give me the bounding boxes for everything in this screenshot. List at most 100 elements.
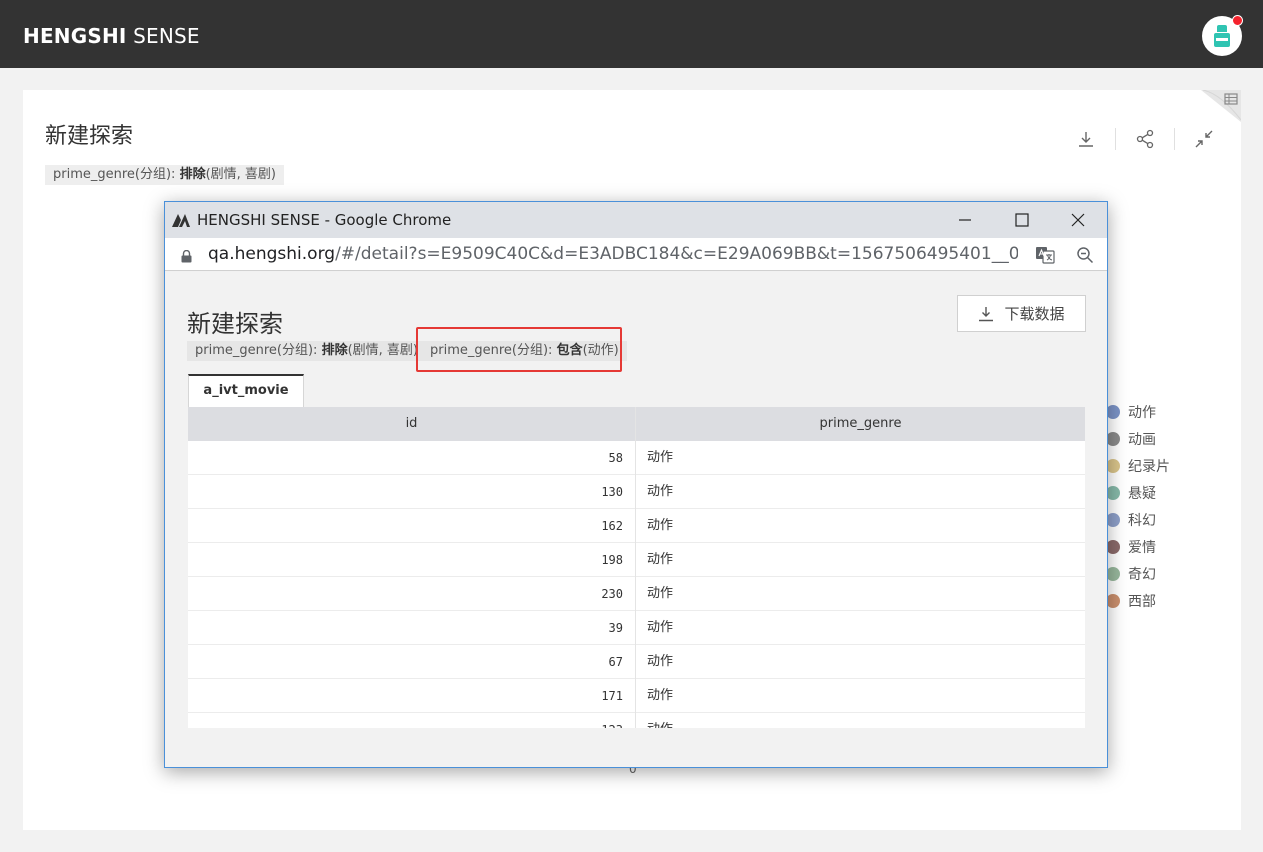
toolbar-divider — [1115, 128, 1116, 150]
legend-label: 动画 — [1128, 431, 1156, 448]
legend-swatch — [1106, 539, 1120, 554]
brand-bold: HENGSHI — [23, 24, 127, 48]
cell-id: 230 — [188, 577, 636, 611]
filter-tag-exclude[interactable]: prime_genre(分组): 排除(剧情, 喜剧) — [45, 165, 285, 185]
cell-prime-genre: 动作 — [636, 713, 1085, 728]
filter-field: prime_genre(分组): — [53, 167, 180, 182]
address-bar[interactable]: qa.hengshi.org/#/detail?s=E9509C40C&d=E3… — [165, 238, 1107, 271]
legend-item[interactable]: 爱情 — [1106, 533, 1170, 560]
filter-op: 排除 — [179, 167, 206, 182]
legend-swatch — [1106, 485, 1120, 500]
minimize-button[interactable] — [942, 207, 988, 233]
table-view-icon[interactable] — [1201, 89, 1242, 122]
chrome-popup-window: HENGSHI SENSE - Google Chrome qa.hengshi… — [164, 201, 1108, 768]
card-toolbar — [1073, 126, 1217, 152]
filter-tag-exclude[interactable]: prime_genre(分组): 排除(剧情, 喜剧) — [187, 341, 427, 361]
cell-id: 130 — [188, 475, 636, 509]
legend-swatch — [1106, 512, 1120, 527]
zoom-out-icon[interactable] — [1074, 244, 1096, 266]
cell-prime-genre: 动作 — [647, 688, 674, 703]
legend-label: 奇幻 — [1128, 566, 1156, 583]
detail-page: 新建探索 下载数据 prime_genre(分组): 排除(剧情, 喜剧) pr… — [165, 272, 1107, 767]
table-row[interactable]: 162 动作 — [188, 509, 1085, 543]
legend-label: 爱情 — [1128, 539, 1156, 556]
detail-title: 新建探索 — [187, 310, 283, 338]
table-row[interactable]: 123动作 — [188, 713, 1085, 728]
legend-swatch — [1106, 566, 1120, 581]
legend-item[interactable]: 纪录片 — [1106, 452, 1170, 479]
table-row[interactable]: 39 动作 — [188, 611, 1085, 645]
brand-light: SENSE — [126, 24, 200, 48]
legend-label: 西部 — [1128, 593, 1156, 610]
legend-swatch — [1106, 593, 1120, 608]
cell-prime-genre: 动作 — [647, 586, 674, 601]
maximize-button[interactable] — [999, 207, 1045, 233]
table-header: id prime_genre — [188, 407, 1085, 441]
user-avatar[interactable] — [1202, 15, 1243, 56]
filter-field: prime_genre(分组): — [195, 343, 322, 358]
data-table: id prime_genre 58 动作 130 动作 162 动作 198 动作 230 动作 3… — [188, 407, 1085, 728]
card-title: 新建探索 — [45, 124, 134, 149]
chart-legend: 动作动画纪录片悬疑科幻爱情奇幻西部 — [1106, 398, 1170, 614]
cell-id: 162 — [188, 509, 636, 543]
cell-prime-genre: 动作 — [647, 484, 674, 499]
column-header-prime-genre[interactable]: prime_genre — [636, 407, 1085, 441]
cell-id: 58 — [188, 441, 636, 475]
cell-id: 39 — [188, 611, 636, 645]
cell-id: 123 — [188, 713, 636, 728]
legend-label: 纪录片 — [1128, 458, 1170, 475]
table-row[interactable]: 171 动作 — [188, 679, 1085, 713]
close-button[interactable] — [1055, 207, 1101, 233]
app-logo[interactable]: HENGSHI SENSE — [23, 24, 200, 48]
column-header-id[interactable]: id — [188, 407, 636, 441]
table-row[interactable]: 58 动作 — [188, 441, 1085, 475]
cell-prime-genre: 动作 — [647, 654, 674, 669]
share-icon[interactable] — [1132, 126, 1158, 152]
legend-item[interactable]: 科幻 — [1106, 506, 1170, 533]
table-row[interactable]: 230 动作 — [188, 577, 1085, 611]
tab-a-ivt-movie[interactable]: a_ivt_movie — [188, 374, 304, 407]
legend-swatch — [1106, 431, 1120, 446]
legend-item[interactable]: 西部 — [1106, 587, 1170, 614]
download-icon — [979, 306, 994, 321]
download-data-button[interactable]: 下载数据 — [957, 295, 1086, 332]
collapse-icon[interactable] — [1191, 126, 1217, 152]
cell-prime-genre: 动作 — [647, 518, 674, 533]
translate-icon[interactable] — [1034, 244, 1056, 266]
legend-item[interactable]: 动作 — [1106, 398, 1170, 425]
download-icon[interactable] — [1073, 126, 1099, 152]
url-path: /#/detail?s=E9509C40C&d=E3ADBC184&c=E29A… — [335, 244, 1018, 264]
toolbar-divider — [1174, 128, 1175, 150]
filter-op: 排除 — [321, 343, 348, 358]
cell-id: 67 — [188, 645, 636, 679]
table-row[interactable]: 67 动作 — [188, 645, 1085, 679]
cell-prime-genre: 动作 — [647, 450, 674, 465]
table-body: 58动作130动作162动作198动作230动作39动作67动作171动作123… — [188, 441, 1085, 728]
url-text[interactable]: qa.hengshi.org/#/detail?s=E9509C40C&d=E3… — [208, 244, 1018, 264]
app-header: HENGSHI SENSE — [0, 0, 1263, 68]
window-titlebar[interactable]: HENGSHI SENSE - Google Chrome — [165, 202, 1107, 238]
table-row[interactable]: 130 动作 — [188, 475, 1085, 509]
legend-label: 动作 — [1128, 404, 1156, 421]
legend-item[interactable]: 动画 — [1106, 425, 1170, 452]
cell-id: 171 — [188, 679, 636, 713]
cell-prime-genre: 动作 — [647, 620, 674, 635]
filter-value: (剧情, 喜剧) — [347, 343, 419, 358]
legend-swatch — [1106, 458, 1120, 473]
legend-label: 科幻 — [1128, 512, 1156, 529]
url-host: qa.hengshi.org — [208, 244, 336, 264]
highlight-box — [416, 327, 622, 372]
hengshi-logo-icon — [171, 212, 191, 232]
legend-item[interactable]: 奇幻 — [1106, 560, 1170, 587]
legend-swatch — [1106, 404, 1120, 419]
lock-icon — [181, 248, 192, 267]
cell-prime-genre: 动作 — [647, 552, 674, 567]
notification-badge — [1232, 15, 1243, 26]
cell-id: 198 — [188, 543, 636, 577]
download-data-label: 下载数据 — [1004, 305, 1065, 323]
table-row[interactable]: 198 动作 — [188, 543, 1085, 577]
legend-item[interactable]: 悬疑 — [1106, 479, 1170, 506]
legend-label: 悬疑 — [1128, 485, 1156, 502]
filter-value: (剧情, 喜剧) — [205, 167, 277, 182]
window-title: HENGSHI SENSE - Google Chrome — [197, 211, 452, 229]
